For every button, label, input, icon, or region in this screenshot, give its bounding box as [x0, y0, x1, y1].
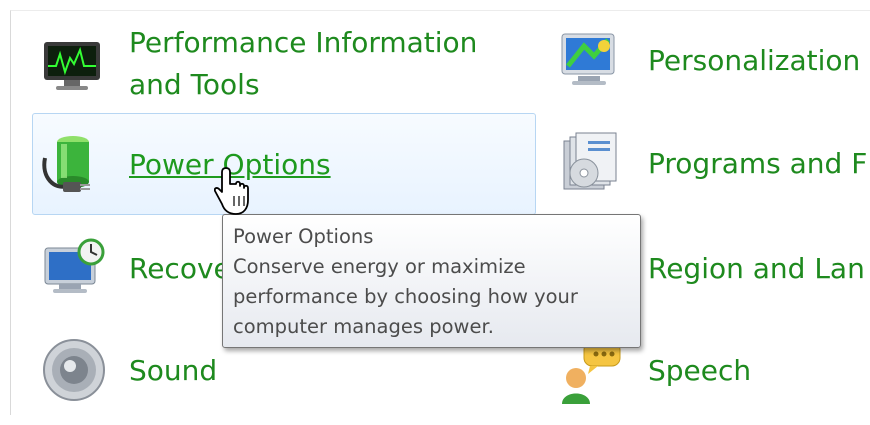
item-recovery[interactable]: Recove	[35, 228, 235, 318]
recovery-icon	[44, 238, 105, 293]
tooltip-title: Power Options	[233, 225, 374, 248]
tooltip-line1: Conserve energy or maximize	[233, 255, 526, 278]
hand-pointer-cursor-icon	[214, 167, 249, 215]
item-programs-features[interactable]: Programs and F	[552, 125, 870, 215]
sound-speaker-icon	[43, 339, 105, 401]
sound-label[interactable]: Sound	[129, 350, 217, 392]
item-performance-information[interactable]: Performance Information and Tools	[35, 22, 535, 112]
personalization-icon	[561, 33, 615, 85]
item-power-options[interactable]: Power Options	[32, 113, 536, 215]
tooltip-line2: performance by choosing how your	[233, 285, 578, 308]
programs-features-label[interactable]: Programs and F	[648, 143, 867, 185]
speech-label[interactable]: Speech	[648, 350, 751, 392]
recovery-label[interactable]: Recove	[129, 248, 231, 290]
performance-label-line2[interactable]: and Tools	[129, 64, 260, 106]
power-options-tooltip: Power Options Conserve energy or maximiz…	[222, 214, 641, 348]
power-options-battery-icon	[42, 136, 90, 192]
performance-label-line1[interactable]: Performance Information	[129, 22, 477, 64]
personalization-label[interactable]: Personalization	[648, 40, 860, 82]
tooltip-line3: computer manages power.	[233, 315, 494, 338]
item-personalization[interactable]: Personalization	[552, 22, 870, 102]
programs-features-icon	[563, 132, 617, 190]
region-language-label[interactable]: Region and Lan	[648, 248, 865, 290]
performance-monitor-icon	[44, 42, 100, 90]
